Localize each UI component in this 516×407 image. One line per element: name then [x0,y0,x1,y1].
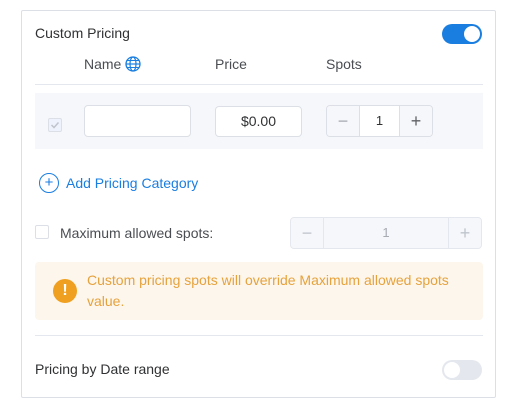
row-checkbox [48,118,62,132]
override-warning-message: Custom pricing spots will override Maxim… [87,272,449,309]
max-spots-label: Maximum allowed spots: [60,225,214,241]
max-spots-stepper[interactable]: − 1 + [290,217,482,249]
column-header-price: Price [215,56,247,72]
custom-pricing-title: Custom Pricing [35,25,130,41]
pricing-by-date-range-label: Pricing by Date range [35,361,170,377]
spots-value[interactable]: 1 [360,106,399,136]
override-warning-alert: ! Custom pricing spots will override Max… [35,262,483,320]
max-spots-decrement-button[interactable]: − [291,218,324,248]
globe-icon[interactable] [125,56,142,75]
pricing-by-date-range-toggle[interactable] [442,360,482,380]
custom-pricing-card: Custom Pricing Name Price Spots $0.00 − … [21,10,496,398]
header-divider [35,84,483,85]
toggle-knob [444,362,460,378]
column-header-name-label: Name [84,56,122,72]
section-divider [35,335,483,336]
spots-decrement-button[interactable]: − [327,106,360,136]
pricing-name-input[interactable] [84,105,191,137]
max-spots-value[interactable]: 1 [324,218,448,248]
custom-pricing-toggle[interactable] [442,24,482,44]
max-spots-checkbox[interactable] [35,225,49,239]
add-pricing-category-button[interactable]: + Add Pricing Category [39,173,198,193]
add-pricing-category-label: Add Pricing Category [66,175,199,191]
pricing-spots-stepper[interactable]: − 1 + [326,105,433,137]
warning-icon: ! [53,279,77,303]
pricing-price-input[interactable]: $0.00 [215,106,302,137]
column-header-spots: Spots [326,56,362,72]
plus-circle-icon: + [39,173,59,193]
max-spots-increment-button[interactable]: + [448,218,481,248]
toggle-knob [464,26,480,42]
spots-increment-button[interactable]: + [399,106,432,136]
column-header-name: Name [84,56,142,75]
